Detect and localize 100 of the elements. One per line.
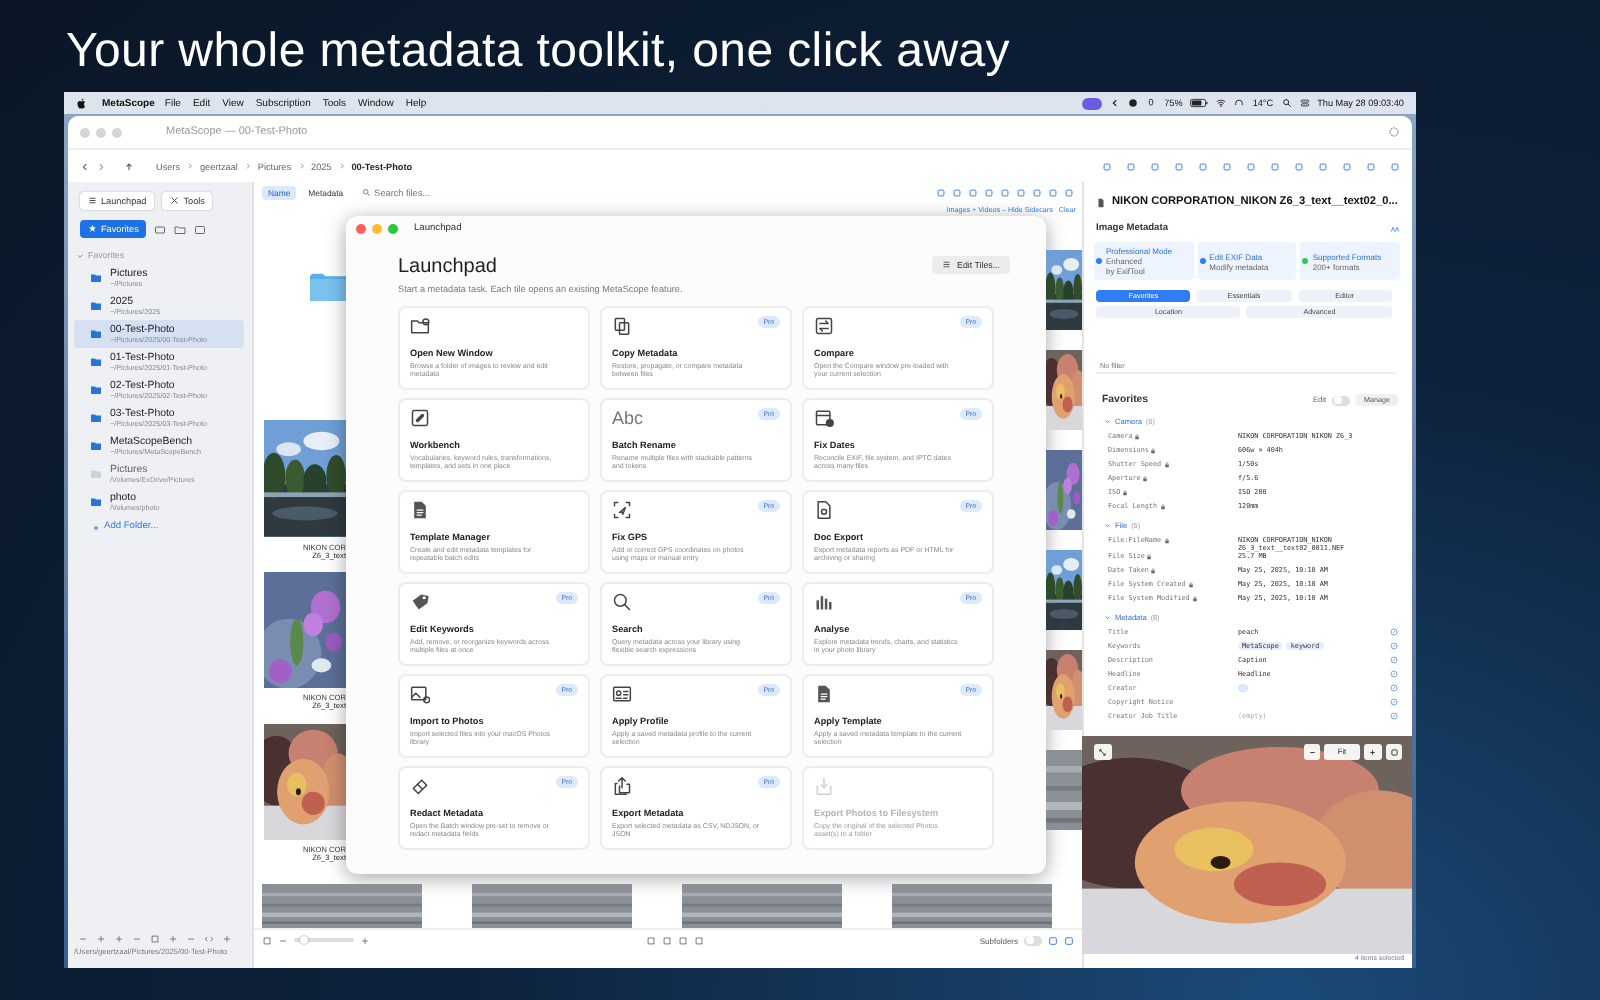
up-arrow-icon[interactable] — [124, 161, 134, 171]
back-icon[interactable] — [80, 161, 90, 171]
list-icon — [942, 260, 952, 270]
code-icon[interactable] — [204, 934, 214, 944]
apple-icon[interactable] — [76, 97, 88, 109]
toolbar-icon[interactable] — [1150, 161, 1160, 171]
zoom-in-button[interactable] — [1364, 744, 1381, 760]
folder-icon[interactable] — [174, 223, 187, 235]
minus-icon[interactable] — [186, 934, 196, 944]
minus-icon[interactable] — [78, 934, 88, 944]
photo-icon — [410, 684, 430, 704]
edit-toggle[interactable] — [1332, 395, 1350, 405]
window-controls[interactable] — [80, 127, 122, 137]
folder-icon — [90, 300, 102, 312]
id-card-icon — [612, 684, 632, 704]
circle-icon[interactable] — [1128, 98, 1139, 108]
eraser-icon — [410, 776, 430, 796]
folder-icon — [90, 468, 102, 480]
toolbar-icon[interactable] — [1294, 161, 1304, 171]
square-icon — [410, 408, 430, 428]
lock-icon — [1150, 447, 1157, 453]
plus-icon[interactable] — [222, 934, 232, 944]
plus-icon[interactable] — [96, 934, 106, 944]
lock-icon — [1122, 489, 1129, 495]
edit-icon[interactable] — [1390, 642, 1398, 650]
folder-icon — [90, 384, 102, 396]
toolbar-icon[interactable] — [1102, 161, 1112, 171]
battery-icon[interactable] — [1190, 98, 1209, 108]
photos-icon[interactable] — [194, 223, 207, 235]
toolbar-icon[interactable] — [1342, 161, 1352, 171]
toolbar-icon[interactable] — [1198, 161, 1208, 171]
minus-icon[interactable] — [278, 935, 288, 945]
document-icon — [814, 684, 834, 704]
lock-icon — [1191, 595, 1198, 601]
folder-icon — [90, 440, 102, 452]
folder-icon — [90, 328, 102, 340]
crosshair-icon — [612, 500, 632, 520]
search-icon — [612, 592, 632, 612]
compare-icon — [814, 316, 834, 336]
search-icon[interactable] — [1281, 98, 1292, 108]
folder-icon — [90, 412, 102, 424]
toolbar-icon[interactable] — [1174, 161, 1184, 171]
plus-icon[interactable] — [168, 934, 178, 944]
headline: Your whole metadata toolkit, one click away — [64, 22, 1012, 82]
forward-icon[interactable] — [96, 161, 106, 171]
download-icon — [814, 776, 834, 796]
share-icon — [612, 776, 632, 796]
control-center-icon[interactable] — [1299, 98, 1310, 108]
tools-icon — [170, 196, 180, 206]
plus-icon — [1368, 747, 1377, 757]
toolbar-icon[interactable] — [1366, 161, 1376, 171]
documents-icon — [612, 316, 632, 336]
lock-icon — [1163, 537, 1170, 543]
status-pill-icon[interactable] — [1082, 97, 1103, 109]
lock-icon — [1146, 553, 1153, 559]
star-icon — [88, 224, 97, 234]
folder-icon — [90, 496, 102, 508]
plus-icon[interactable] — [360, 935, 370, 945]
document-icon — [814, 500, 834, 520]
lock-icon — [1187, 581, 1194, 587]
toolbar-icon[interactable] — [1222, 161, 1232, 171]
microphone-icon[interactable] — [1146, 98, 1157, 108]
square-icon[interactable] — [150, 934, 160, 944]
drive-icon[interactable] — [154, 223, 167, 235]
plus-icon[interactable] — [114, 934, 124, 944]
disclosure-icon[interactable] — [76, 251, 84, 259]
folder-plus-icon — [410, 316, 430, 336]
launchpad-heading: Launchpad — [398, 256, 499, 278]
abc-icon: Abc — [612, 408, 644, 428]
toolbar-icon[interactable] — [1246, 161, 1256, 171]
edit-icon[interactable] — [1390, 628, 1398, 636]
lock-icon — [1134, 433, 1141, 439]
wifi-icon[interactable] — [1216, 98, 1227, 108]
lock-icon — [1163, 461, 1170, 467]
lock-icon — [1159, 503, 1165, 509]
list-icon — [88, 196, 97, 206]
edit-icon[interactable] — [1390, 698, 1398, 706]
edit-icon[interactable] — [1390, 656, 1398, 664]
minus-icon[interactable] — [132, 934, 142, 944]
search-icon — [361, 188, 371, 198]
window-controls[interactable] — [356, 223, 398, 233]
plus-icon[interactable] — [92, 523, 100, 531]
subfolders-toggle[interactable] — [1024, 935, 1042, 945]
toolbar-icon[interactable] — [1390, 161, 1400, 171]
square-icon[interactable] — [262, 935, 272, 945]
lock-icon — [1150, 567, 1157, 573]
gear-icon[interactable] — [1388, 126, 1400, 138]
toolbar-icon[interactable] — [1318, 161, 1328, 171]
tag-icon — [410, 592, 430, 612]
chevron-icon[interactable] — [1110, 98, 1121, 108]
toolbar-icon[interactable] — [1126, 161, 1136, 171]
edit-icon[interactable] — [1390, 670, 1398, 678]
headphones-icon[interactable] — [1234, 98, 1245, 108]
toolbar-icon[interactable] — [1270, 161, 1280, 171]
bar-chart-icon — [814, 592, 834, 612]
text-size-icon[interactable] — [1390, 224, 1400, 234]
edit-icon[interactable] — [1390, 712, 1398, 720]
expand-button[interactable] — [1094, 744, 1111, 760]
edit-icon[interactable] — [1390, 684, 1398, 692]
lock-icon — [1142, 475, 1149, 481]
